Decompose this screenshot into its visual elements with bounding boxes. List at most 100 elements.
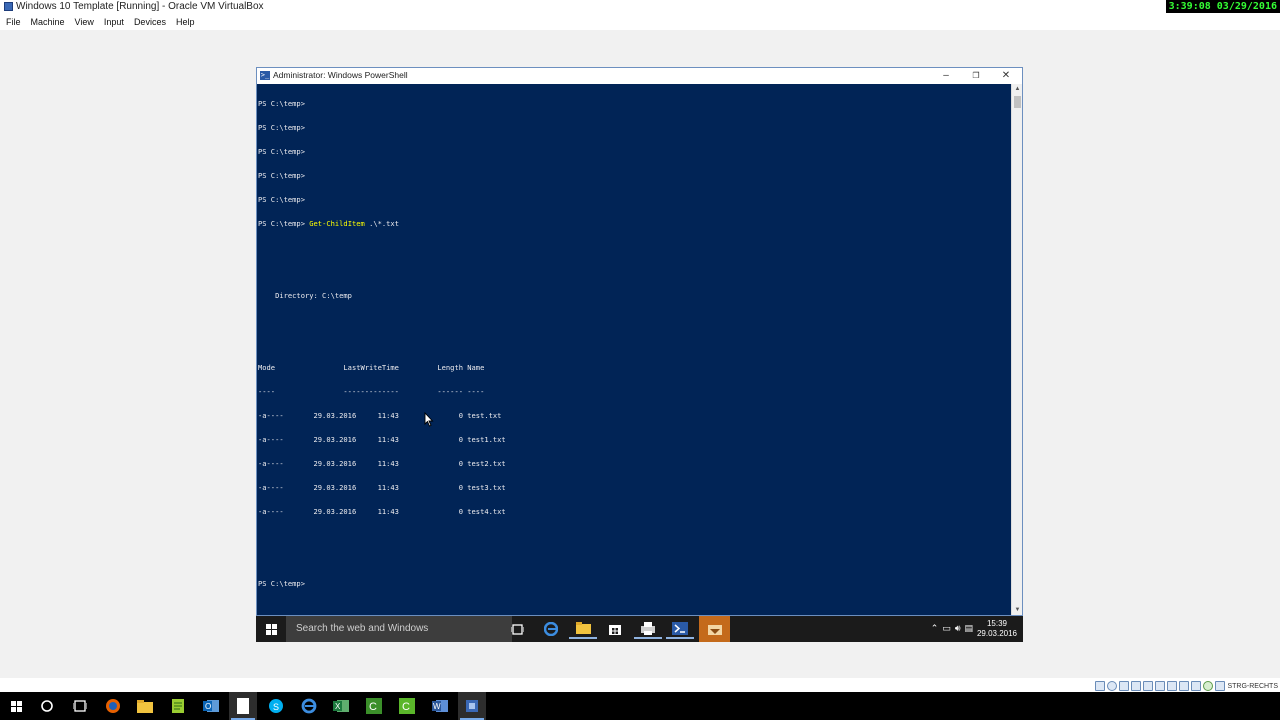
svg-text:O: O — [205, 702, 211, 711]
table-underline: ---- ------------- ------ ---- — [258, 387, 485, 396]
windows-logo-icon — [265, 623, 277, 635]
file-explorer-icon[interactable] — [569, 619, 597, 639]
camtasia-icon[interactable]: C — [364, 696, 384, 716]
edge-icon[interactable] — [537, 619, 565, 639]
console-line: PS C:\temp> — [258, 195, 305, 204]
powershell-titlebar[interactable]: >_ Administrator: Windows PowerShell – ❐… — [257, 68, 1022, 84]
hard-disk-icon[interactable] — [1095, 681, 1106, 691]
store-icon[interactable] — [601, 619, 629, 639]
powershell-title-text: Administrator: Windows PowerShell — [273, 70, 408, 80]
scrollbar-thumb[interactable] — [1014, 96, 1021, 108]
console-command-line: PS C:\temp> Get-ChildItem .\*.txt — [258, 220, 1010, 228]
guest-taskbar: Search the web and Windows ⌃ ▭ 🔊︎ ▤ 15:3… — [256, 616, 1023, 642]
svg-text:X: X — [335, 702, 341, 711]
keyboard-icon[interactable] — [1215, 681, 1226, 691]
camtasia-recorder-icon[interactable]: C — [397, 696, 417, 716]
restore-button[interactable]: ❐ — [962, 69, 990, 83]
printer-icon[interactable] — [634, 619, 662, 639]
menu-input[interactable]: Input — [99, 15, 129, 29]
table-row: -a---- 29.03.2016 11:43 0 test2.txt — [258, 459, 506, 468]
host-taskbar: O S X C C W — [0, 692, 1280, 720]
table-row: -a---- 29.03.2016 11:43 0 test.txt — [258, 411, 502, 420]
skype-icon[interactable]: S — [266, 696, 286, 716]
network-adapter-icon[interactable] — [1131, 681, 1142, 691]
shared-folders-icon[interactable] — [1155, 681, 1166, 691]
file-explorer-icon[interactable] — [135, 696, 155, 716]
volume-icon[interactable]: 🔊︎ — [955, 623, 961, 634]
host-menubar: File Machine View Input Devices Help — [0, 15, 1280, 29]
scroll-up-icon[interactable]: ▲ — [1012, 84, 1023, 94]
notepad-plus-icon[interactable] — [168, 696, 188, 716]
table-row: -a---- 29.03.2016 11:43 0 test4.txt — [258, 507, 506, 516]
guest-time: 15:39 — [986, 619, 1007, 628]
notepad-icon[interactable] — [229, 692, 257, 720]
guest-clock[interactable]: 15:39 29.03.2016 — [977, 619, 1017, 639]
console-current-prompt: PS C:\temp> — [258, 579, 305, 588]
outlook-icon[interactable]: O — [201, 696, 221, 716]
chevron-up-icon[interactable]: ⌃ — [931, 623, 939, 634]
action-center-icon[interactable]: ▤ — [964, 623, 973, 634]
cortana-icon[interactable] — [37, 696, 57, 716]
display-icon[interactable] — [1167, 681, 1178, 691]
minimize-button[interactable]: – — [932, 69, 960, 83]
audio-icon[interactable] — [1119, 681, 1130, 691]
host-titlebar: Windows 10 Template [Running] - Oracle V… — [0, 0, 1280, 14]
command-cmdlet: Get-ChildItem — [309, 219, 365, 228]
table-header: Mode LastWriteTime Length Name — [258, 363, 485, 372]
console-line: PS C:\temp> — [258, 99, 305, 108]
virtualbox-icon[interactable] — [458, 692, 486, 720]
excel-icon[interactable]: X — [331, 696, 351, 716]
menu-view[interactable]: View — [70, 15, 99, 29]
table-row: -a---- 29.03.2016 11:43 0 test1.txt — [258, 435, 506, 444]
task-view-icon[interactable] — [503, 619, 531, 639]
powershell-icon[interactable] — [666, 619, 694, 639]
edge-icon[interactable] — [299, 696, 319, 716]
task-view-icon[interactable] — [70, 696, 90, 716]
powershell-icon: >_ — [260, 70, 270, 80]
table-row: -a---- 29.03.2016 11:43 0 test3.txt — [258, 483, 506, 492]
close-button[interactable]: ✕ — [992, 69, 1020, 83]
console-line: PS C:\temp> — [258, 123, 305, 132]
video-capture-icon[interactable] — [1179, 681, 1190, 691]
host-status-bar: STRG-RECHTS — [1095, 681, 1278, 691]
processor-icon[interactable] — [1191, 681, 1202, 691]
host-title-text: Windows 10 Template [Running] - Oracle V… — [16, 1, 264, 12]
menu-help[interactable]: Help — [171, 15, 200, 29]
powershell-console[interactable]: PS C:\temp> PS C:\temp> PS C:\temp> PS C… — [257, 84, 1011, 615]
virtualbox-icon — [4, 2, 13, 11]
menu-machine[interactable]: Machine — [26, 15, 70, 29]
host-key-label: STRG-RECHTS — [1227, 682, 1278, 690]
app-icon[interactable] — [699, 616, 730, 642]
windows-start-icon[interactable] — [6, 696, 26, 716]
menu-devices[interactable]: Devices — [129, 15, 171, 29]
scroll-down-icon[interactable]: ▼ — [1012, 605, 1023, 615]
powershell-window[interactable]: >_ Administrator: Windows PowerShell – ❐… — [256, 67, 1023, 616]
mouse-integration-icon[interactable] — [1203, 681, 1214, 691]
guest-date: 29.03.2016 — [976, 629, 1017, 638]
powershell-title: >_ Administrator: Windows PowerShell — [260, 70, 408, 80]
svg-text:W: W — [433, 702, 441, 711]
svg-text:C: C — [369, 701, 377, 713]
network-icon[interactable]: ▭ — [942, 623, 951, 634]
word-icon[interactable]: W — [430, 696, 450, 716]
menu-file[interactable]: File — [0, 15, 26, 29]
optical-drive-icon[interactable] — [1107, 681, 1118, 691]
command-prompt: PS C:\temp> — [258, 219, 305, 228]
console-line: PS C:\temp> — [258, 171, 305, 180]
mouse-cursor-icon — [424, 412, 434, 427]
guest-start-button[interactable] — [256, 616, 286, 642]
svg-text:S: S — [273, 702, 279, 712]
usb-icon[interactable] — [1143, 681, 1154, 691]
host-window-title: Windows 10 Template [Running] - Oracle V… — [4, 1, 264, 12]
vertical-scrollbar[interactable]: ▲ ▼ — [1011, 84, 1022, 615]
command-args: .\*.txt — [364, 219, 399, 228]
firefox-icon[interactable] — [103, 696, 123, 716]
guest-search-box[interactable]: Search the web and Windows — [286, 616, 512, 642]
clock-overlay: 3:39:08 03/29/2016 — [1165, 0, 1280, 13]
